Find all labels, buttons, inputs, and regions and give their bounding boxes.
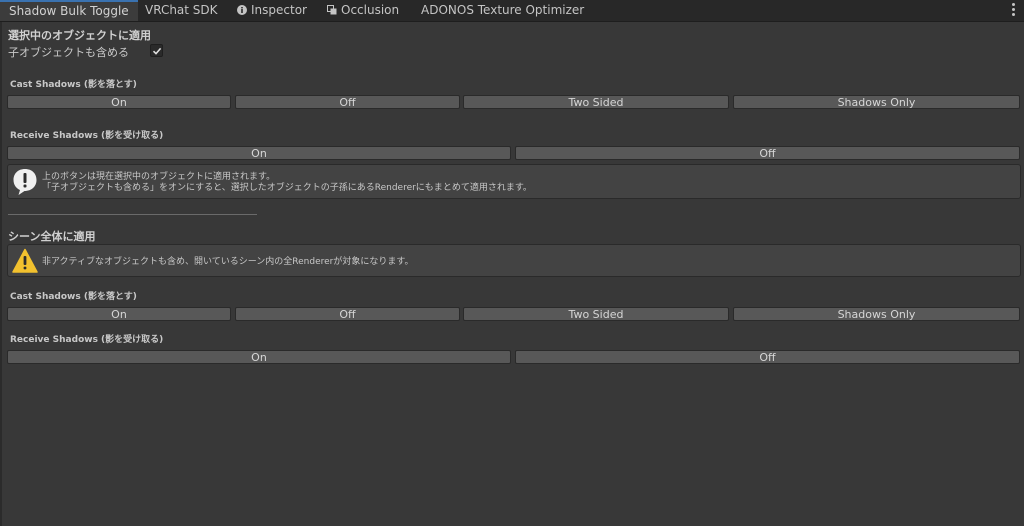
occlusion-icon bbox=[327, 1, 337, 15]
tab-inspector[interactable]: Inspector bbox=[237, 0, 307, 21]
cast-shadows-shadows-only-button[interactable]: Shadows Only bbox=[733, 95, 1020, 109]
receive-shadows-off-button[interactable]: Off bbox=[515, 146, 1020, 160]
tab-adonos-texture-optimizer[interactable]: ADONOS Texture Optimizer bbox=[421, 0, 584, 21]
tab-occlusion[interactable]: Occlusion bbox=[327, 0, 399, 21]
scene-cast-shadows-two-sided-button[interactable]: Two Sided bbox=[463, 307, 729, 321]
info-icon bbox=[12, 168, 38, 200]
tab-bar: Shadow Bulk Toggle VRChat SDK Inspector … bbox=[0, 0, 1024, 22]
scene-cast-shadows-on-button[interactable]: On bbox=[7, 307, 231, 321]
tab-occlusion-label: Occlusion bbox=[341, 3, 400, 17]
cast-shadows-off-button[interactable]: Off bbox=[235, 95, 460, 109]
receive-shadows-label: Receive Shadows (影を受け取る) bbox=[10, 131, 164, 141]
section-separator bbox=[8, 214, 257, 215]
include-children-label: 子オブジェクトも含める bbox=[8, 46, 129, 59]
scene-cast-shadows-label: Cast Shadows (影を落とす) bbox=[10, 292, 137, 302]
cast-shadows-on-button[interactable]: On bbox=[7, 95, 231, 109]
tab-vrchat-sdk[interactable]: VRChat SDK bbox=[145, 0, 218, 21]
check-icon bbox=[152, 47, 162, 55]
tab-inspector-label: Inspector bbox=[251, 3, 307, 17]
scene-receive-shadows-off-button[interactable]: Off bbox=[515, 350, 1020, 364]
receive-shadows-on-button[interactable]: On bbox=[7, 146, 511, 160]
cast-shadows-label: Cast Shadows (影を落とす) bbox=[10, 80, 137, 90]
scene-section-title: シーン全体に適用 bbox=[8, 230, 96, 243]
warning-icon bbox=[12, 248, 38, 278]
scene-receive-shadows-label: Receive Shadows (影を受け取る) bbox=[10, 335, 164, 345]
window-left-edge bbox=[0, 22, 2, 526]
more-options-icon[interactable] bbox=[1012, 3, 1016, 17]
selected-section-title: 選択中のオブジェクトに適用 bbox=[8, 29, 151, 42]
warning-text: 非アクティブなオブジェクトも含め、開いているシーン内の全Rendererが対象に… bbox=[42, 257, 414, 267]
include-children-checkbox[interactable] bbox=[150, 44, 163, 57]
scene-receive-shadows-on-button[interactable]: On bbox=[7, 350, 511, 364]
info-icon bbox=[237, 1, 247, 15]
info-help-box: 上のボタンは現在選択中のオブジェクトに適用されます。 「子オブジェクトも含める」… bbox=[7, 164, 1021, 199]
info-text-line2: 「子オブジェクトも含める」をオンにすると、選択したオブジェクトの子孫にあるRen… bbox=[42, 183, 532, 193]
tab-shadow-bulk-toggle[interactable]: Shadow Bulk Toggle bbox=[0, 0, 138, 21]
cast-shadows-two-sided-button[interactable]: Two Sided bbox=[463, 95, 729, 109]
scene-cast-shadows-off-button[interactable]: Off bbox=[235, 307, 460, 321]
warning-help-box: 非アクティブなオブジェクトも含め、開いているシーン内の全Rendererが対象に… bbox=[7, 244, 1021, 277]
scene-cast-shadows-shadows-only-button[interactable]: Shadows Only bbox=[733, 307, 1020, 321]
